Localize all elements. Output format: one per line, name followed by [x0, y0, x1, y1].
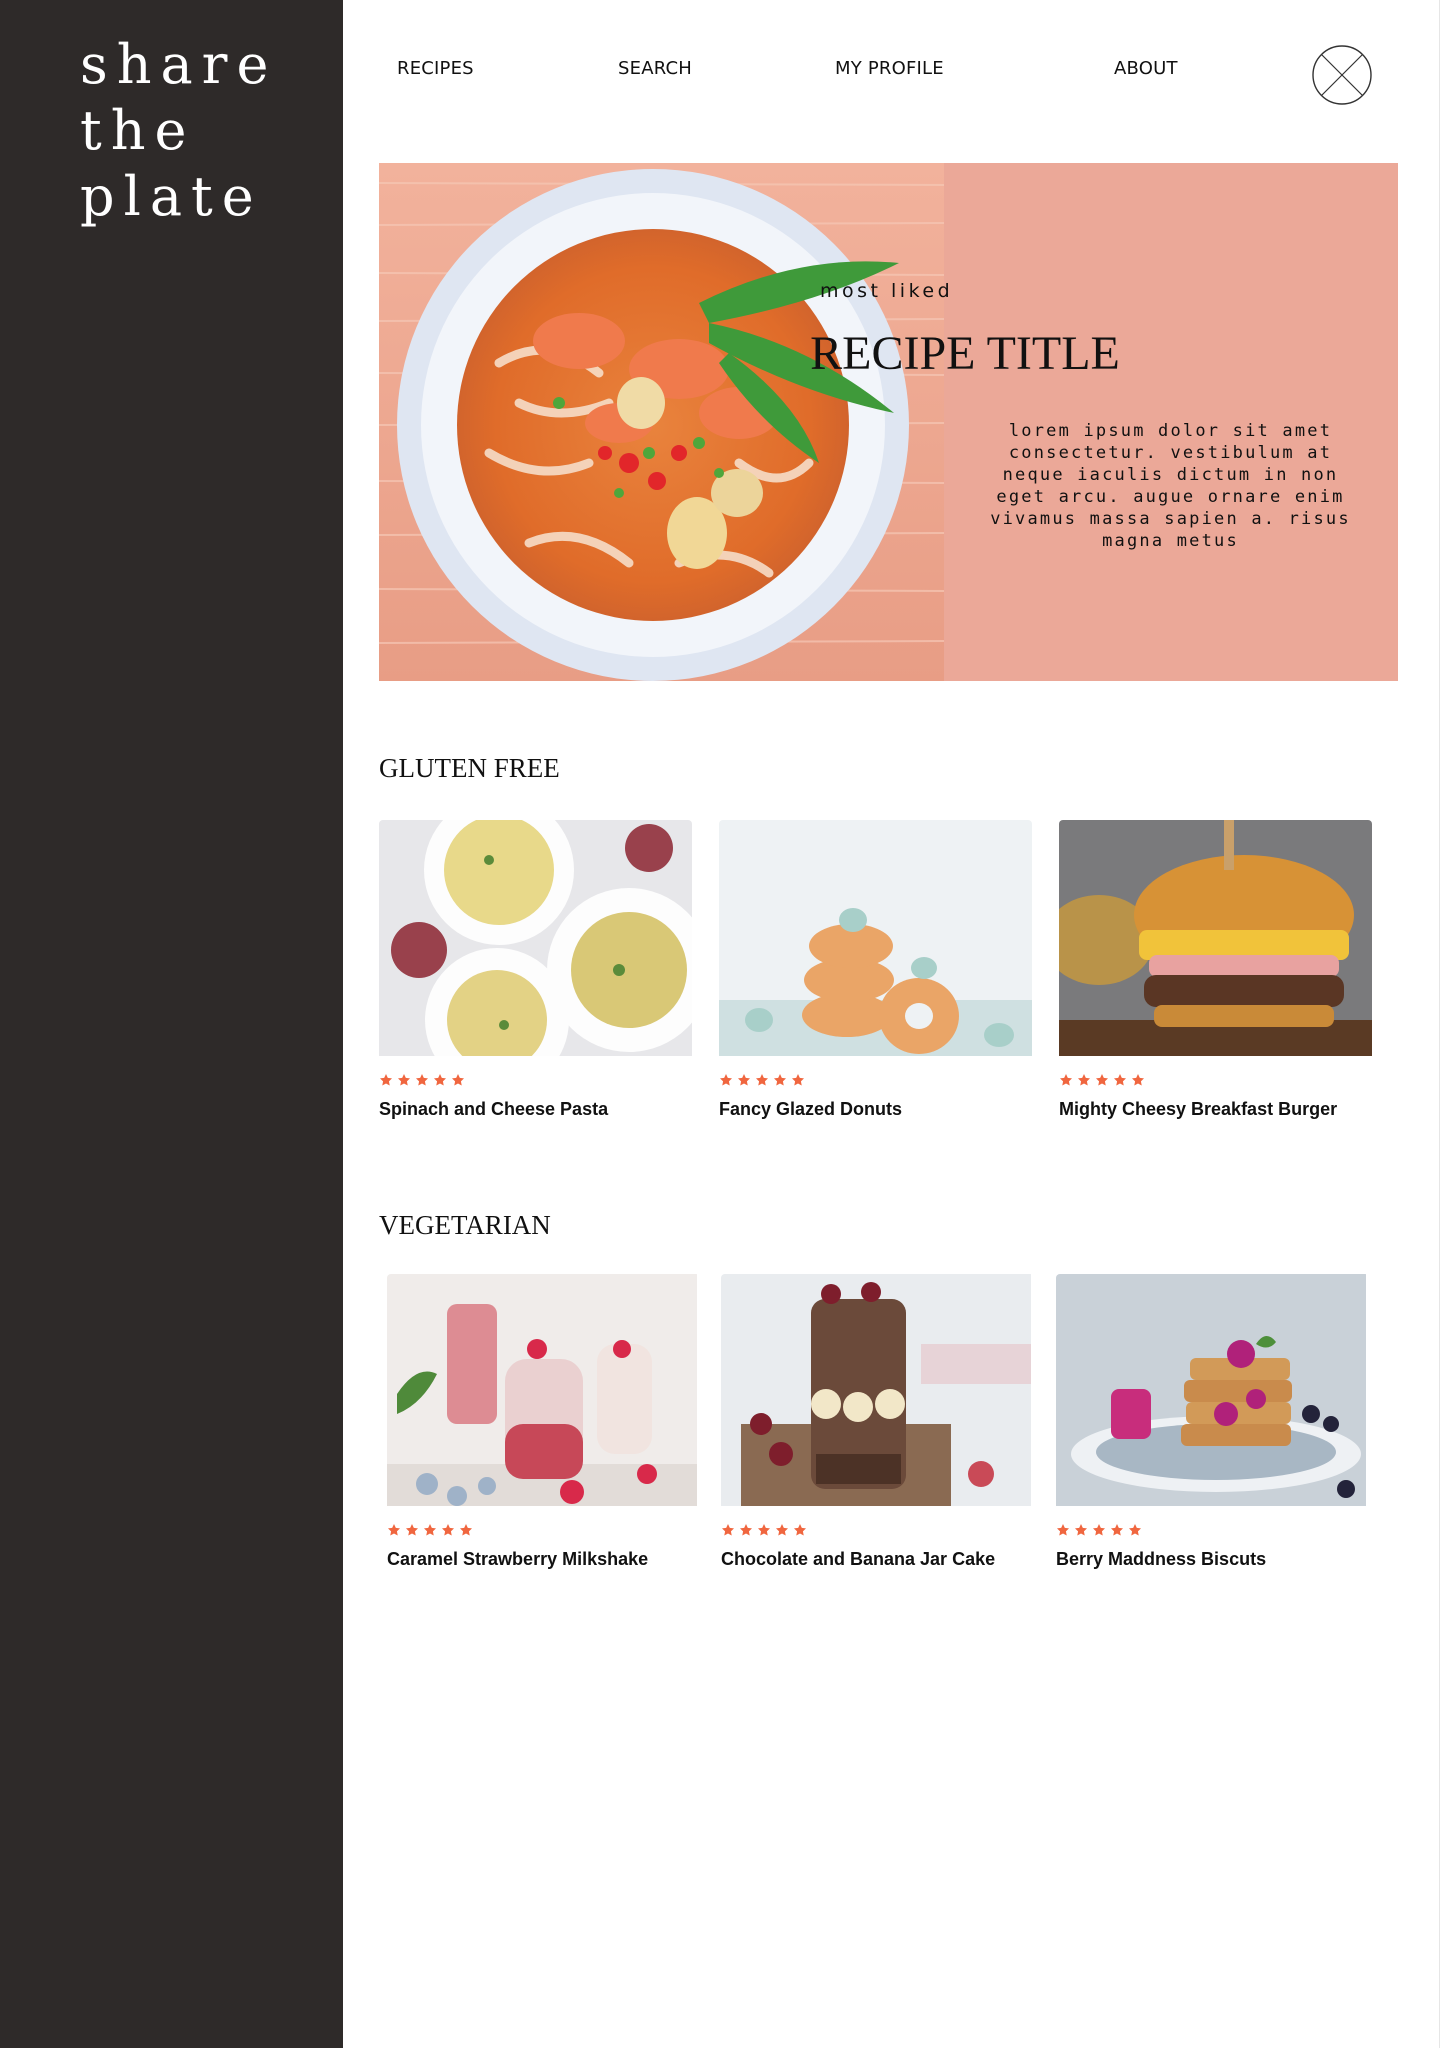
star-icon — [415, 1073, 429, 1089]
star-icon — [379, 1073, 393, 1089]
recipe-card[interactable]: Fancy Glazed Donuts — [719, 820, 1032, 1120]
recipe-card-title[interactable]: Spinach and Cheese Pasta — [379, 1099, 692, 1120]
hero-kicker: most liked — [820, 280, 954, 302]
brand-line-2: the — [80, 99, 196, 162]
star-icon — [433, 1073, 447, 1089]
star-icon — [459, 1523, 473, 1539]
star-icon — [775, 1523, 789, 1539]
avatar-placeholder-icon[interactable] — [1312, 45, 1372, 105]
star-icon — [739, 1523, 753, 1539]
star-icon — [1128, 1523, 1142, 1539]
star-icon — [1110, 1523, 1124, 1539]
star-icon — [793, 1523, 807, 1539]
star-icon — [1074, 1523, 1088, 1539]
star-icon — [773, 1073, 787, 1089]
star-icon — [721, 1523, 735, 1539]
brand-line-1: share — [80, 33, 278, 96]
jar-cake-photo — [721, 1274, 1034, 1511]
rating-stars — [387, 1523, 700, 1539]
star-icon — [755, 1073, 769, 1089]
star-icon — [397, 1073, 411, 1089]
star-icon — [451, 1073, 465, 1089]
rating-stars — [1059, 1073, 1372, 1089]
recipe-card-title[interactable]: Mighty Cheesy Breakfast Burger — [1059, 1099, 1372, 1120]
recipe-card[interactable]: Mighty Cheesy Breakfast Burger — [1059, 820, 1372, 1120]
noodle-soup-photo — [379, 163, 944, 681]
rating-stars — [719, 1073, 1032, 1089]
milkshake-photo — [387, 1274, 700, 1511]
star-icon — [791, 1073, 805, 1089]
recipe-card-title[interactable]: Caramel Strawberry Milkshake — [387, 1549, 700, 1570]
burger-photo — [1059, 820, 1372, 1061]
recipe-card-title[interactable]: Chocolate and Banana Jar Cake — [721, 1549, 1034, 1570]
rating-stars — [379, 1073, 692, 1089]
star-icon — [1131, 1073, 1145, 1089]
section-title-gluten-free: GLUTEN FREE — [379, 753, 560, 783]
star-icon — [1077, 1073, 1091, 1089]
star-icon — [719, 1073, 733, 1089]
star-icon — [405, 1523, 419, 1539]
star-icon — [441, 1523, 455, 1539]
recipe-card-title[interactable]: Berry Maddness Biscuts — [1056, 1549, 1369, 1570]
donuts-photo — [719, 820, 1032, 1061]
nav-about[interactable]: ABOUT — [1114, 58, 1178, 79]
brand-logo[interactable]: share the plate — [80, 32, 277, 230]
hero-title[interactable]: RECIPE TITLE — [765, 326, 1165, 381]
hero-description: lorem ipsum dolor sit amet consectetur. … — [990, 421, 1351, 551]
featured-recipe-hero[interactable]: most liked RECIPE TITLE lorem ipsum dolo… — [379, 163, 1398, 681]
biscuits-photo — [1056, 1274, 1369, 1511]
rating-stars — [1056, 1523, 1369, 1539]
rating-stars — [721, 1523, 1034, 1539]
nav-recipes[interactable]: RECIPES — [397, 58, 474, 79]
recipe-card-title[interactable]: Fancy Glazed Donuts — [719, 1099, 1032, 1120]
nav-my-profile[interactable]: MY PROFILE — [835, 58, 944, 79]
recipe-card[interactable]: Chocolate and Banana Jar Cake — [721, 1274, 1034, 1570]
star-icon — [423, 1523, 437, 1539]
star-icon — [1059, 1073, 1073, 1089]
section-title-vegetarian: VEGETARIAN — [379, 1210, 551, 1240]
star-icon — [1092, 1523, 1106, 1539]
recipe-card[interactable]: Caramel Strawberry Milkshake — [387, 1274, 700, 1570]
recipe-card[interactable]: Spinach and Cheese Pasta — [379, 820, 692, 1120]
nav-search[interactable]: SEARCH — [618, 58, 692, 79]
star-icon — [1056, 1523, 1070, 1539]
star-icon — [1095, 1073, 1109, 1089]
recipe-card[interactable]: Berry Maddness Biscuts — [1056, 1274, 1369, 1570]
star-icon — [387, 1523, 401, 1539]
sidebar: share the plate — [0, 0, 343, 2048]
pasta-photo — [379, 820, 692, 1061]
brand-line-3: plate — [80, 165, 263, 228]
star-icon — [1113, 1073, 1127, 1089]
star-icon — [737, 1073, 751, 1089]
star-icon — [757, 1523, 771, 1539]
